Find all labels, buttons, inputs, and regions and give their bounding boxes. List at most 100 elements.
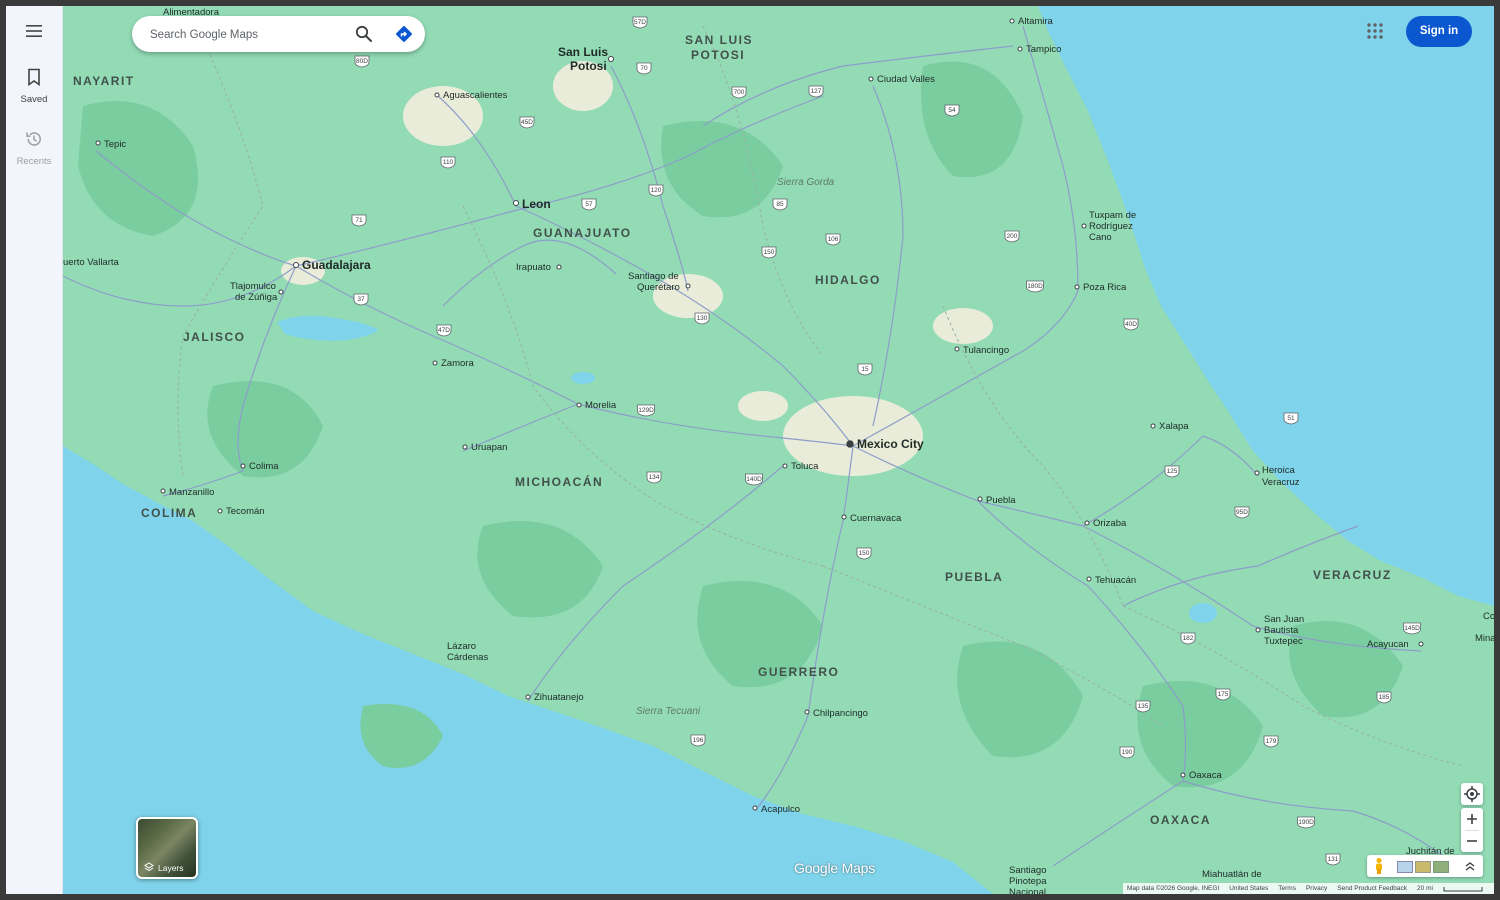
- city-label: Acapulco: [761, 804, 800, 815]
- saved-button[interactable]: Saved: [6, 68, 62, 105]
- city-label: Leon: [522, 197, 551, 211]
- layers-icon: [144, 862, 154, 872]
- map-canvas[interactable]: NAYARIT SAN LUIS POTOSI GUANAJUATO HIDAL…: [63, 6, 1494, 894]
- route-shield: 57D: [632, 16, 648, 29]
- region-label-veracruz: VERACRUZ: [1313, 568, 1392, 582]
- terms-link[interactable]: Terms: [1278, 885, 1296, 892]
- route-shield: 85: [772, 198, 788, 211]
- route-shield: 40D: [1123, 318, 1139, 331]
- city-label: Chilpancingo: [813, 708, 868, 719]
- region-label-jalisco: JALISCO: [183, 330, 246, 344]
- route-shield-label: 127: [811, 88, 822, 95]
- city-label: Tuxpam de: [1089, 210, 1136, 221]
- lake-small: [1189, 603, 1217, 623]
- city-label: Altamira: [1018, 16, 1054, 27]
- route-shield-label: 125: [1167, 468, 1178, 475]
- route-shield: 175: [1215, 688, 1231, 701]
- expand-up-icon[interactable]: [1463, 859, 1477, 873]
- my-location-button[interactable]: [1461, 783, 1483, 805]
- country-link[interactable]: United States: [1229, 885, 1268, 892]
- route-shield: 150: [856, 547, 872, 560]
- recents-button[interactable]: Recents: [6, 130, 62, 167]
- route-shield: 131: [1325, 853, 1341, 866]
- route-shield: 45D: [519, 116, 535, 129]
- route-shield-label: 45D: [521, 119, 533, 126]
- region-label-san-luis: SAN LUIS: [685, 33, 753, 47]
- search-box: [132, 16, 425, 52]
- route-shield-label: 700: [734, 89, 745, 96]
- privacy-link[interactable]: Privacy: [1306, 885, 1327, 892]
- city-label: Heroica: [1262, 465, 1295, 476]
- route-shield-label: 200: [1007, 233, 1018, 240]
- city-label: Ciudad Valles: [877, 74, 935, 85]
- route-shield: 140D: [745, 473, 763, 486]
- region-label-colima: COLIMA: [141, 506, 197, 520]
- city-label: Tuxtepec: [1264, 636, 1303, 647]
- scale-label: 20 mi: [1417, 885, 1433, 892]
- city-label: Tepic: [104, 139, 126, 150]
- menu-button[interactable]: [6, 24, 62, 43]
- city-label: Xalapa: [1159, 421, 1189, 432]
- google-maps-watermark: Google Maps: [794, 860, 876, 876]
- city-label: Nacional: [1009, 887, 1046, 894]
- route-shield-label: 150: [764, 249, 775, 256]
- route-shield: 37: [353, 293, 369, 306]
- city-label: Uruapan: [471, 442, 507, 453]
- lake-small: [571, 372, 595, 384]
- bottom-controls-bar: [1367, 855, 1483, 877]
- imagery-thumb-2[interactable]: [1415, 861, 1431, 873]
- city-label: Tehuacán: [1095, 575, 1136, 586]
- region-label-guanajuato: GUANAJUATO: [533, 226, 632, 240]
- city-label: Miahuatlán de: [1202, 869, 1262, 880]
- search-icon[interactable]: [354, 24, 374, 44]
- route-shield-label: 131: [1328, 856, 1339, 863]
- directions-icon[interactable]: [394, 24, 414, 44]
- route-shield-label: 71: [355, 217, 363, 224]
- city-label: Cárdenas: [447, 652, 488, 663]
- route-shield: 134: [646, 471, 662, 484]
- layers-button[interactable]: Layers: [136, 817, 198, 879]
- city-label: San Juan: [1264, 614, 1304, 625]
- map-graphic[interactable]: NAYARIT SAN LUIS POTOSI GUANAJUATO HIDAL…: [63, 6, 1494, 894]
- sign-in-button[interactable]: Sign in: [1406, 16, 1472, 47]
- route-shield-label: 190: [1122, 749, 1133, 756]
- route-shield-label: 190D: [1298, 819, 1314, 826]
- route-shield: 196: [690, 734, 706, 747]
- route-shield: 80D: [354, 55, 370, 68]
- feedback-link[interactable]: Send Product Feedback: [1337, 885, 1407, 892]
- sidebar-rail: Saved Recents: [6, 6, 63, 894]
- google-apps-icon[interactable]: [1365, 21, 1385, 41]
- route-shield-label: 179: [1266, 738, 1277, 745]
- zoom-out-icon[interactable]: [1461, 830, 1483, 852]
- city-label: de Zúñiga: [235, 292, 278, 303]
- street-view-pegman-icon[interactable]: [1373, 857, 1385, 875]
- city-label: Santiago: [1009, 865, 1047, 876]
- region-label-michoacan: MICHOACÁN: [515, 474, 603, 489]
- route-shield: 110: [440, 156, 456, 169]
- city-label: Colima: [249, 461, 279, 472]
- route-shield: 185: [1376, 691, 1392, 704]
- city-label: Pinotepa: [1009, 876, 1047, 887]
- route-shield: 130: [694, 312, 710, 325]
- region-label-puebla: PUEBLA: [945, 570, 1003, 584]
- city-label: Veracruz: [1262, 477, 1300, 488]
- city-label: Cano: [1089, 232, 1112, 243]
- route-shield: 182: [1180, 632, 1196, 645]
- route-shield-label: 57D: [634, 19, 646, 26]
- route-shield: 127: [808, 85, 824, 98]
- route-shield-label: 120: [651, 187, 662, 194]
- region-label-guerrero: GUERRERO: [758, 665, 839, 679]
- imagery-thumb-1[interactable]: [1397, 861, 1413, 873]
- search-input[interactable]: [148, 24, 342, 46]
- hamburger-menu-icon: [26, 25, 42, 37]
- route-shield: 95D: [1234, 506, 1250, 519]
- imagery-thumb-3[interactable]: [1433, 861, 1449, 873]
- city-label: uerto Vallarta: [63, 257, 120, 268]
- map-data-attribution: Map data ©2026 Google, INEGI: [1127, 885, 1220, 892]
- route-shield: 106: [825, 233, 841, 246]
- my-location-icon: [1464, 786, 1480, 802]
- zoom-in-icon[interactable]: [1461, 808, 1483, 830]
- route-shield-label: 180D: [1027, 283, 1043, 290]
- zoom-controls: [1461, 808, 1483, 852]
- route-shield-label: 134: [649, 474, 660, 481]
